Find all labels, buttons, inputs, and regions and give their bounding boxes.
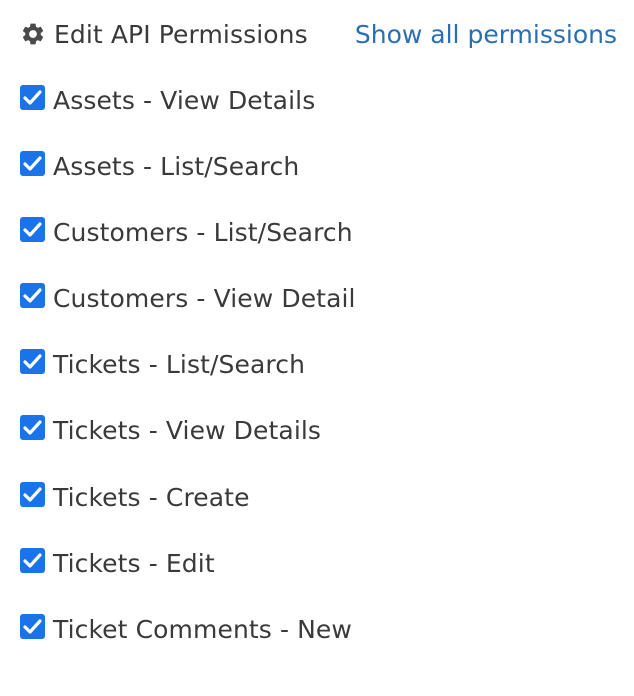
permission-item: Customers - List/Search xyxy=(20,212,620,278)
permission-option[interactable]: Ticket Comments - New xyxy=(20,610,352,650)
permission-label: Tickets - Create xyxy=(53,482,250,512)
page-title: Edit API Permissions xyxy=(20,14,308,54)
permission-label: Assets - List/Search xyxy=(53,151,300,181)
permission-checkbox[interactable] xyxy=(20,481,45,507)
permission-label: Tickets - List/Search xyxy=(53,350,306,380)
permission-item: Tickets - Create xyxy=(20,477,620,543)
permission-item: Tickets - List/Search xyxy=(20,345,620,411)
checkmark-icon xyxy=(23,354,42,369)
checkmark-icon xyxy=(23,619,42,634)
checkmark-icon xyxy=(23,288,42,303)
permission-label: Ticket Comments - New xyxy=(53,615,352,644)
permission-checkbox[interactable] xyxy=(20,283,45,309)
permission-checkbox[interactable] xyxy=(20,349,45,375)
permission-checkbox[interactable] xyxy=(20,547,45,573)
checkmark-icon xyxy=(23,420,42,436)
permissions-list: Assets - View Details Assets - List/Searc… xyxy=(20,80,620,676)
permission-checkbox[interactable] xyxy=(20,84,45,110)
checkmark-icon xyxy=(23,156,42,171)
permission-item: Assets - List/Search xyxy=(20,146,620,212)
checkmark-icon xyxy=(23,487,42,502)
permission-option[interactable]: Assets - View Details xyxy=(20,80,315,120)
title-text: Edit API Permissions xyxy=(54,19,308,49)
permissions-header: Edit API Permissions Show all permission… xyxy=(20,14,620,54)
permission-label: Tickets - View Details xyxy=(53,416,322,446)
permission-item: Customers - View Detail xyxy=(20,279,620,345)
permission-option[interactable]: Tickets - Edit xyxy=(20,543,215,583)
permission-option[interactable]: Customers - View Detail xyxy=(20,279,356,319)
permission-option[interactable]: Tickets - View Details xyxy=(20,411,321,451)
permission-label: Customers - View Detail xyxy=(53,284,356,314)
checkmark-icon xyxy=(23,222,42,237)
permission-checkbox[interactable] xyxy=(20,216,45,242)
permission-option[interactable]: Customers - List/Search xyxy=(20,212,353,252)
permission-checkbox[interactable] xyxy=(20,614,45,639)
gear-icon xyxy=(20,21,46,47)
permission-checkbox[interactable] xyxy=(20,150,45,176)
permission-item: Assets - View Details xyxy=(20,80,620,146)
api-permissions-panel: Edit API Permissions Show all permission… xyxy=(0,0,634,696)
permission-option[interactable]: Tickets - Create xyxy=(20,477,250,517)
permission-item: Tickets - View Details xyxy=(20,411,620,477)
permission-label: Customers - List/Search xyxy=(53,217,353,247)
permission-label: Assets - View Details xyxy=(53,85,316,115)
show-all-permissions-link[interactable]: Show all permissions xyxy=(355,14,617,54)
permission-option[interactable]: Tickets - List/Search xyxy=(20,345,305,385)
permission-checkbox[interactable] xyxy=(20,415,45,441)
permission-label: Tickets - Edit xyxy=(53,548,215,578)
permission-item: Ticket Comments - New xyxy=(20,610,620,676)
checkmark-icon xyxy=(23,89,42,105)
permission-item: Tickets - Edit xyxy=(20,543,620,609)
permission-option[interactable]: Assets - List/Search xyxy=(20,146,299,186)
checkmark-icon xyxy=(23,553,42,568)
